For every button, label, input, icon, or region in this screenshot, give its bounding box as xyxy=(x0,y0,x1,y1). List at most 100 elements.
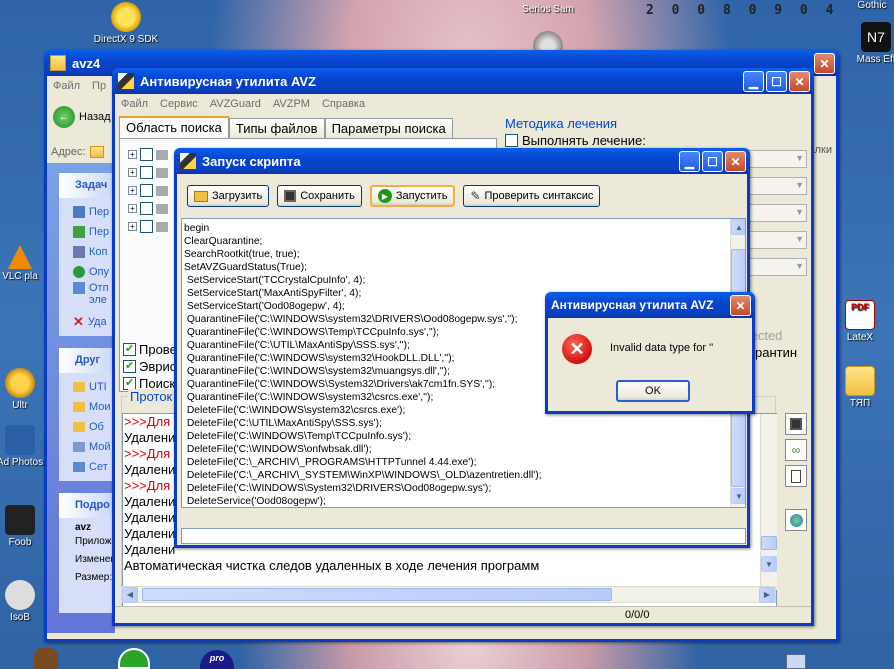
dialog-close-button[interactable]: ✕ xyxy=(730,295,751,316)
task-label: Уда xyxy=(87,316,107,328)
folder-icon xyxy=(845,366,875,396)
scroll-up-arrow[interactable]: ▲ xyxy=(731,219,745,235)
option-check[interactable]: Прове xyxy=(123,341,177,358)
option-checkbox[interactable] xyxy=(123,359,136,373)
dialog-titlebar[interactable]: Антивирусная утилита AVZ ✕ xyxy=(545,292,755,318)
run-button[interactable]: ▶ Запустить xyxy=(369,185,456,207)
tasks-header[interactable]: Задач xyxy=(59,173,119,198)
desktop-icon-gothic[interactable]: Gothic xyxy=(842,0,894,11)
check-syntax-icon: ✎ xyxy=(470,189,481,203)
expand-icon[interactable]: + xyxy=(128,186,137,195)
explorer-menu-file[interactable]: Файл xyxy=(53,80,80,92)
scroll-right-arrow[interactable]: ▶ xyxy=(759,586,775,603)
option-checkbox[interactable] xyxy=(123,342,136,356)
desktop-icon-isobuster[interactable]: IsoB xyxy=(0,580,50,623)
desktop-icon-vlc[interactable]: VLC pla xyxy=(0,245,50,282)
tree-checkbox[interactable] xyxy=(140,148,153,161)
dialog-ok-button[interactable]: OK xyxy=(616,380,690,402)
task-label: Пер xyxy=(89,226,110,238)
script-toolbar: Загрузить Сохранить ▶ Запустить ✎ Проверит… xyxy=(187,185,601,207)
script-maximize-button[interactable]: ☐ xyxy=(702,151,723,172)
scroll-left-arrow[interactable]: ◀ xyxy=(122,586,138,603)
desktop-icon-directx[interactable]: DirectX 9 SDK xyxy=(86,2,166,45)
tree-node[interactable]: + xyxy=(128,148,168,161)
scrollbar-thumb[interactable] xyxy=(761,536,777,550)
protocol-scrollbar[interactable]: ▼ xyxy=(760,414,777,590)
desktop-icon-label: Ultr xyxy=(12,400,28,411)
place-label: Мои xyxy=(89,401,111,413)
tab-search-params[interactable]: Параметры поиска xyxy=(324,118,453,138)
computer-icon xyxy=(73,442,85,452)
scrollbar-thumb[interactable] xyxy=(142,588,612,601)
save-log-button[interactable] xyxy=(785,413,807,435)
tab-search-area[interactable]: Область поиска xyxy=(119,116,229,138)
expand-icon[interactable]: + xyxy=(128,168,137,177)
drive-icon xyxy=(156,149,168,160)
wallpaper-date: 2 0 0 8 0 9 0 4 xyxy=(646,3,839,18)
tab-file-types[interactable]: Типы файлов xyxy=(228,118,325,138)
tree-node[interactable]: + xyxy=(128,166,168,179)
tree-checkbox[interactable] xyxy=(140,166,153,179)
script-status-field xyxy=(181,528,746,544)
tree-checkbox[interactable] xyxy=(140,220,153,233)
avz-menu-avzpm[interactable]: AVZPM xyxy=(273,98,310,110)
expand-icon[interactable]: + xyxy=(128,222,137,231)
expand-icon[interactable]: + xyxy=(128,150,137,159)
treatment-checkbox[interactable] xyxy=(505,134,518,147)
code-line: DeleteService('Ood08ogepw'); xyxy=(184,496,326,507)
script-titlebar[interactable]: Запуск скрипта ▁ ☐ ✕ xyxy=(174,148,750,174)
computer-icon[interactable] xyxy=(786,654,806,669)
desktop-icon-foobar[interactable]: Foob xyxy=(0,505,50,548)
option-label: Прове xyxy=(139,342,177,357)
option-heuristic[interactable]: Эврис xyxy=(123,358,177,375)
directx-icon xyxy=(111,2,141,32)
explorer-back-button[interactable]: ← Назад xyxy=(53,106,111,128)
avz-menu-service[interactable]: Сервис xyxy=(160,98,198,110)
tree-node[interactable]: + xyxy=(128,220,168,233)
check-syntax-button[interactable]: ✎ Проверить синтаксис xyxy=(463,185,601,207)
desktop-icon-mass-effect[interactable]: N7 Mass Eff xyxy=(846,22,894,65)
avz-close-button[interactable]: ✕ xyxy=(789,71,810,92)
load-button[interactable]: Загрузить xyxy=(187,185,270,207)
tree-node[interactable]: + xyxy=(128,184,168,197)
explorer-menu-edit[interactable]: Пр xyxy=(92,80,106,92)
status-counter: 0/0/0 xyxy=(625,609,650,621)
tree-checkbox[interactable] xyxy=(140,202,153,215)
details-header[interactable]: Подро xyxy=(59,493,119,518)
tree-node[interactable]: + xyxy=(128,202,168,215)
task-item[interactable]: Отп эле xyxy=(73,282,113,312)
play-icon: ▶ xyxy=(377,189,392,203)
avz-menu-avzguard[interactable]: AVZGuard xyxy=(210,98,261,110)
quarantine-label: рантин xyxy=(755,345,798,360)
squirrel-icon[interactable] xyxy=(34,648,58,669)
avz-menu-help[interactable]: Справка xyxy=(322,98,365,110)
avz-titlebar[interactable]: Антивирусная утилита AVZ ▁ ☐ ✕ xyxy=(112,68,814,94)
treatment-option[interactable]: Выполнять лечение: xyxy=(505,133,810,148)
avz-minimize-button[interactable]: ▁ xyxy=(743,71,764,92)
expand-icon[interactable]: + xyxy=(128,204,137,213)
script-minimize-button[interactable]: ▁ xyxy=(679,151,700,172)
script-close-button[interactable]: ✕ xyxy=(725,151,746,172)
avz-app-icon xyxy=(180,153,196,169)
scroll-down-arrow[interactable]: ▼ xyxy=(731,488,745,504)
save-button[interactable]: Сохранить xyxy=(277,185,362,207)
delete-x-icon: ✕ xyxy=(73,314,84,329)
desktop-icon-label: Foob xyxy=(8,537,32,548)
tree-checkbox[interactable] xyxy=(140,184,153,197)
log-line: Автоматическая чистка следов удаленных в… xyxy=(124,558,540,573)
search-log-button[interactable]: ∞ xyxy=(785,439,807,461)
protocol-hscrollbar[interactable]: ◀ ▶ xyxy=(121,586,776,603)
error-dialog[interactable]: Антивирусная утилита AVZ ✕ ✕ Invalid dat… xyxy=(545,292,755,414)
scroll-down-arrow[interactable]: ▼ xyxy=(761,556,777,572)
explorer-close-button[interactable]: ✕ xyxy=(814,53,835,74)
avz-menu-file[interactable]: Файл xyxy=(121,98,148,110)
desktop-icon-photoshop[interactable]: Ad Photos xyxy=(0,425,50,468)
avz-title: Антивирусная утилита AVZ xyxy=(140,73,317,89)
document-icon xyxy=(791,469,801,483)
network-scan-button[interactable] xyxy=(785,509,807,531)
clear-log-button[interactable] xyxy=(785,465,807,487)
desktop-icon-ultra[interactable]: Ultr xyxy=(0,368,50,411)
avz-maximize-button[interactable]: ☐ xyxy=(766,71,787,92)
code-line: ClearQuarantine; xyxy=(184,236,263,247)
other-places-header[interactable]: Друг xyxy=(59,348,119,373)
